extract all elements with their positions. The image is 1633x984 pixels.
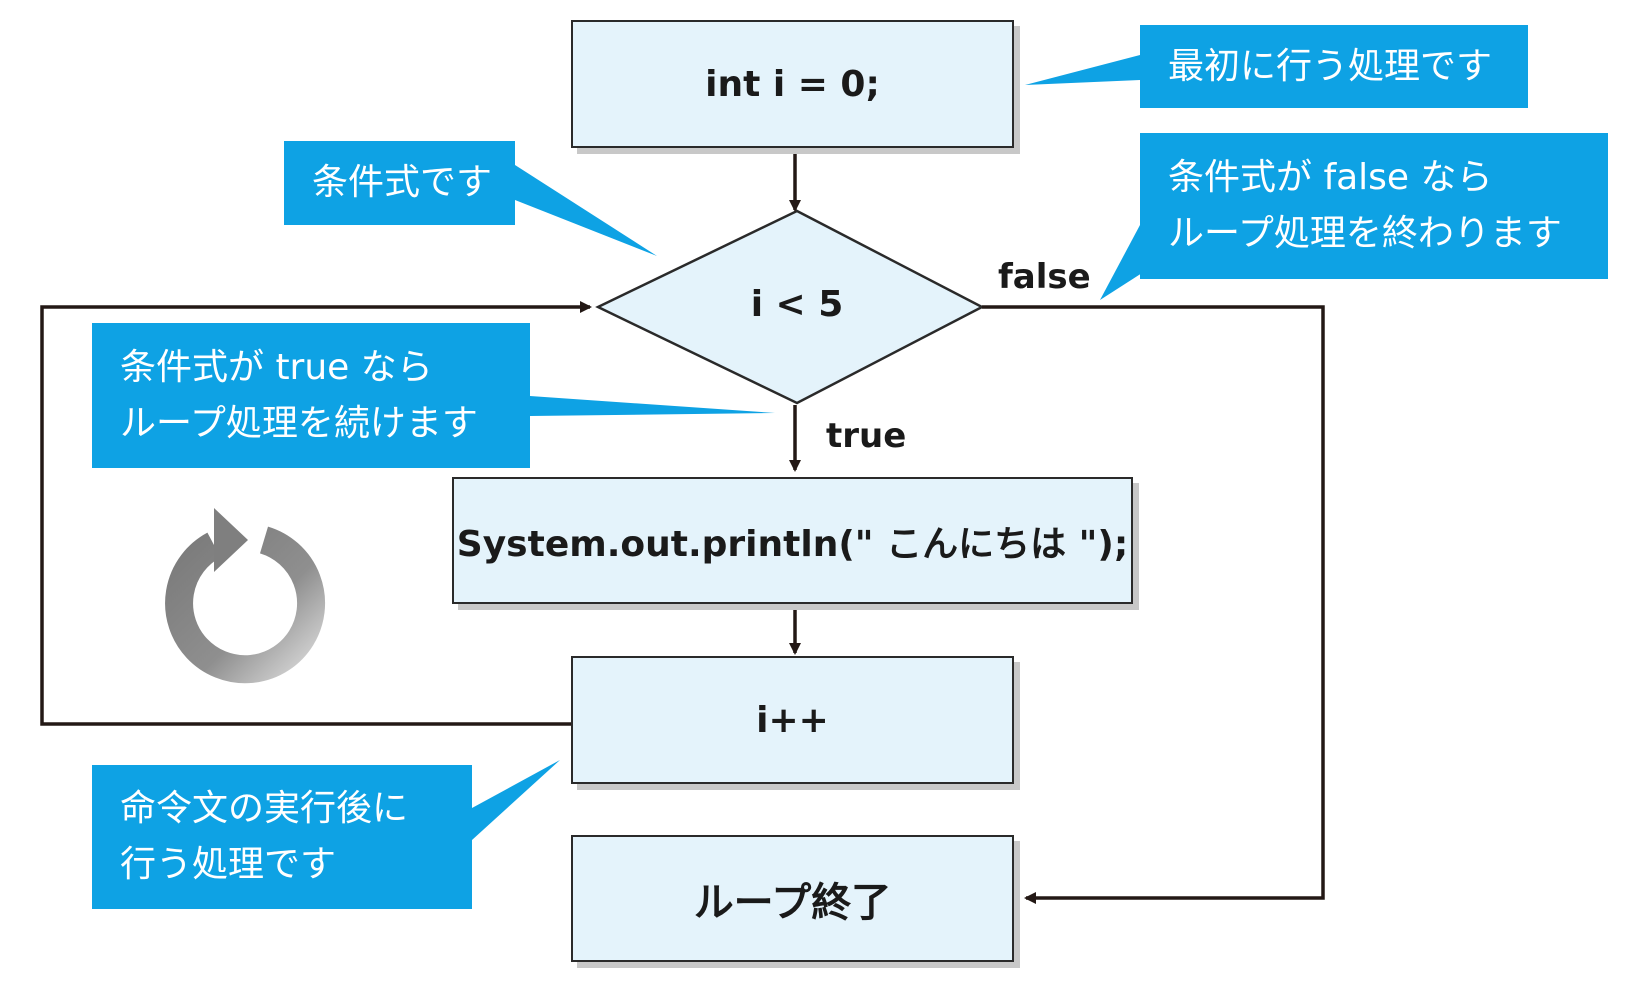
callout-update-line-1: 命令文の実行後に [120,788,409,829]
callout-update-line-2: 行う処理です [120,844,337,885]
callout-pointer-condition [515,165,657,256]
callout-true-branch: 条件式が true なら ループ処理を続けます [92,323,530,468]
callout-true-line-1: 条件式が true なら [120,346,433,388]
callout-true-line-2: ループ処理を続けます [120,402,478,444]
end-box: ループ終了 [571,835,1014,962]
callout-init: 最初に行う処理です [1140,25,1528,108]
callout-init-line-1: 最初に行う処理です [1168,45,1493,87]
callout-false-branch: 条件式が false なら ループ処理を終わります [1140,133,1608,279]
init-box: int i = 0; [571,20,1014,148]
callout-update: 命令文の実行後に 行う処理です [92,765,472,909]
end-text: ループ終了 [693,879,892,926]
callout-pointer-init [1025,55,1140,85]
callout-false-line-2: ループ処理を終わります [1168,213,1562,254]
update-text: i++ [756,699,829,741]
false-label: false [998,257,1091,297]
refresh-arrow-icon [165,508,326,684]
true-label: true [826,416,907,456]
callout-condition-line-1: 条件式です [312,162,493,203]
callout-false-line-1: 条件式が false なら [1168,157,1493,198]
condition-text: i < 5 [750,284,844,325]
update-box: i++ [571,656,1014,784]
body-box: System.out.println(" こんにちは "); [452,477,1133,604]
callout-condition: 条件式です [284,141,515,225]
callout-pointer-update [472,760,560,840]
callout-pointer-true [530,396,775,416]
flowchart: int i = 0; i < 5 System.out.println(" こん… [0,0,1633,984]
init-text: int i = 0; [705,63,880,105]
body-text: System.out.println(" こんにちは "); [456,523,1129,565]
